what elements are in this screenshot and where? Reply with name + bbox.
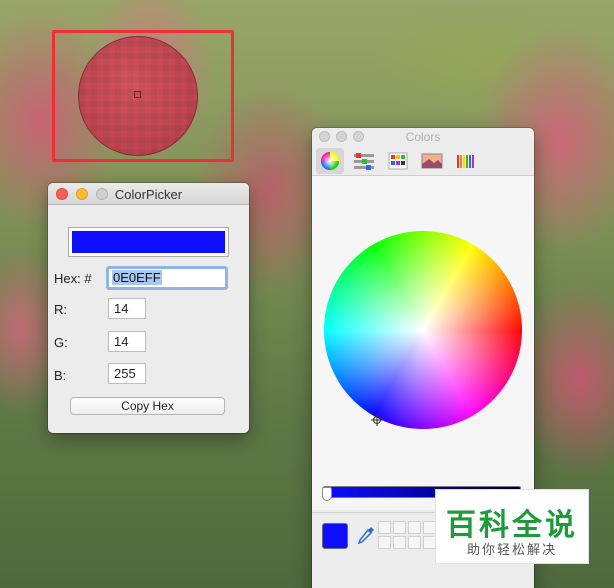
r-field[interactable]: 14 <box>108 298 146 319</box>
watermark-sub-text: 助你轻松解决 <box>466 543 557 558</box>
g-field[interactable]: 14 <box>108 331 146 352</box>
watermark-main-text: 百科全说 <box>446 508 578 543</box>
hex-input[interactable]: 0E0EFF <box>106 266 228 290</box>
brightness-slider-knob[interactable] <box>322 487 332 501</box>
saved-swatches-grid <box>378 521 440 553</box>
pencils-icon <box>457 155 474 168</box>
tab-image-palettes[interactable] <box>418 148 446 174</box>
tab-color-wheel[interactable] <box>316 148 344 174</box>
hex-label: Hex: # <box>54 271 92 286</box>
tab-color-sliders[interactable] <box>350 148 378 174</box>
colorpicker-titlebar[interactable]: ColorPicker <box>48 183 249 205</box>
swatch-slot[interactable] <box>393 521 406 534</box>
color-wheel[interactable] <box>324 231 522 429</box>
r-label: R: <box>54 302 67 317</box>
copy-hex-button[interactable]: Copy Hex <box>70 397 225 415</box>
tab-pencils[interactable] <box>452 148 480 174</box>
colors-toolbar <box>312 146 534 176</box>
current-color-well[interactable] <box>322 523 348 549</box>
swatch-slot[interactable] <box>393 536 406 549</box>
b-field[interactable]: 255 <box>108 363 146 384</box>
swatch-slot[interactable] <box>378 521 391 534</box>
colors-title: Colors <box>405 130 441 144</box>
swatch-slot[interactable] <box>408 536 421 549</box>
colors-content <box>312 176 534 510</box>
color-palettes-icon <box>388 152 408 170</box>
color-sliders-icon <box>354 153 374 170</box>
swatch-slot[interactable] <box>378 536 391 549</box>
image-palettes-icon <box>421 153 443 169</box>
swatch-slot[interactable] <box>408 521 421 534</box>
b-label: B: <box>54 368 67 383</box>
colorpicker-window: ColorPicker Hex: # 0E0EFF R: 14 G: 14 B:… <box>48 183 249 433</box>
wheel-crosshair-icon[interactable] <box>371 414 383 426</box>
hex-value-selected: 0E0EFF <box>112 270 162 285</box>
color-swatch-well <box>68 227 229 257</box>
window-title: ColorPicker <box>114 187 183 202</box>
magnifier-center-pixel <box>134 91 141 98</box>
color-swatch <box>72 231 225 253</box>
tab-color-palettes[interactable] <box>384 148 412 174</box>
g-label: G: <box>54 335 68 350</box>
colors-titlebar[interactable]: Colors <box>312 128 534 146</box>
watermark: 百科全说 助你轻松解决 <box>435 489 589 564</box>
eyedropper-icon[interactable] <box>356 525 376 547</box>
color-wheel-icon <box>321 152 339 170</box>
